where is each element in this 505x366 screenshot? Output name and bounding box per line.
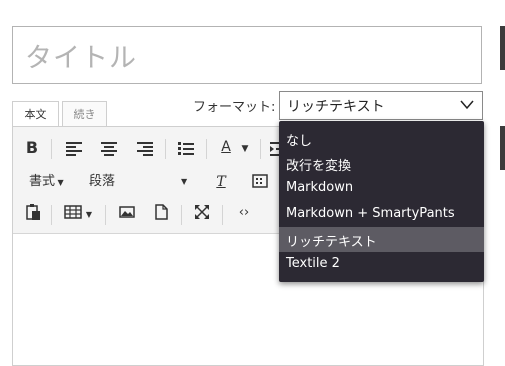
tab-body[interactable]: 本文 xyxy=(12,101,59,127)
font-color-button[interactable]: A xyxy=(217,137,235,161)
paragraph-menu-button[interactable]: 段落 ▼ xyxy=(89,172,189,192)
paste-icon[interactable] xyxy=(23,203,43,223)
special-char-icon[interactable] xyxy=(250,172,270,192)
format-option-textile2[interactable]: Textile 2 xyxy=(279,252,484,277)
chevron-down-icon[interactable]: ▼ xyxy=(240,139,250,159)
caret-down-icon: ▼ xyxy=(181,177,188,186)
format-selected-value: リッチテキスト xyxy=(287,99,385,115)
toolbar-separator xyxy=(51,139,52,159)
paragraph-menu-label: 段落 xyxy=(89,174,116,189)
format-option-convert-breaks[interactable]: 改行を変換 xyxy=(279,151,484,176)
format-option-richtext[interactable]: リッチテキスト xyxy=(279,227,484,252)
format-option-markdown[interactable]: Markdown xyxy=(279,176,484,201)
toolbar-separator xyxy=(222,205,223,225)
format-option-markdown-smartypants[interactable]: Markdown + SmartyPants xyxy=(279,202,484,227)
toolbar-separator xyxy=(165,139,166,159)
toolbar-separator xyxy=(260,139,261,159)
style-menu-label: 書式 xyxy=(29,174,56,189)
bullet-list-icon[interactable] xyxy=(176,139,196,159)
side-panel-edge xyxy=(500,26,505,70)
style-menu-button[interactable]: 書式 ▼ xyxy=(29,172,69,193)
table-icon[interactable] xyxy=(63,203,83,223)
align-right-icon[interactable] xyxy=(135,139,155,159)
font-color-icon: A xyxy=(221,139,231,155)
tab-continued[interactable]: 続き xyxy=(62,101,107,127)
format-option-none[interactable]: なし xyxy=(279,126,484,151)
toolbar-separator xyxy=(206,139,207,159)
fullscreen-icon[interactable] xyxy=(192,203,212,223)
bold-button[interactable]: B xyxy=(23,138,41,158)
caret-down-icon[interactable]: ▼ xyxy=(84,205,94,225)
image-icon[interactable] xyxy=(117,203,137,223)
caret-down-icon: ▼ xyxy=(55,178,64,187)
format-dropdown-menu: なし 改行を変換 Markdown Markdown + SmartyPants… xyxy=(279,121,484,282)
toolbar-separator xyxy=(105,205,106,225)
toolbar-separator xyxy=(51,205,52,225)
format-select[interactable]: リッチテキスト xyxy=(279,91,483,120)
clear-format-icon[interactable]: T xyxy=(210,172,232,192)
side-panel-edge xyxy=(500,126,505,170)
align-center-icon[interactable] xyxy=(99,139,119,159)
title-input[interactable]: タイトル xyxy=(12,26,482,84)
toolbar-separator xyxy=(181,205,182,225)
document-icon[interactable] xyxy=(151,203,171,223)
format-label: フォーマット: xyxy=(193,100,276,115)
align-left-icon[interactable] xyxy=(64,139,84,159)
chevron-down-icon xyxy=(460,96,474,114)
source-code-icon[interactable]: ‹› xyxy=(233,203,255,223)
